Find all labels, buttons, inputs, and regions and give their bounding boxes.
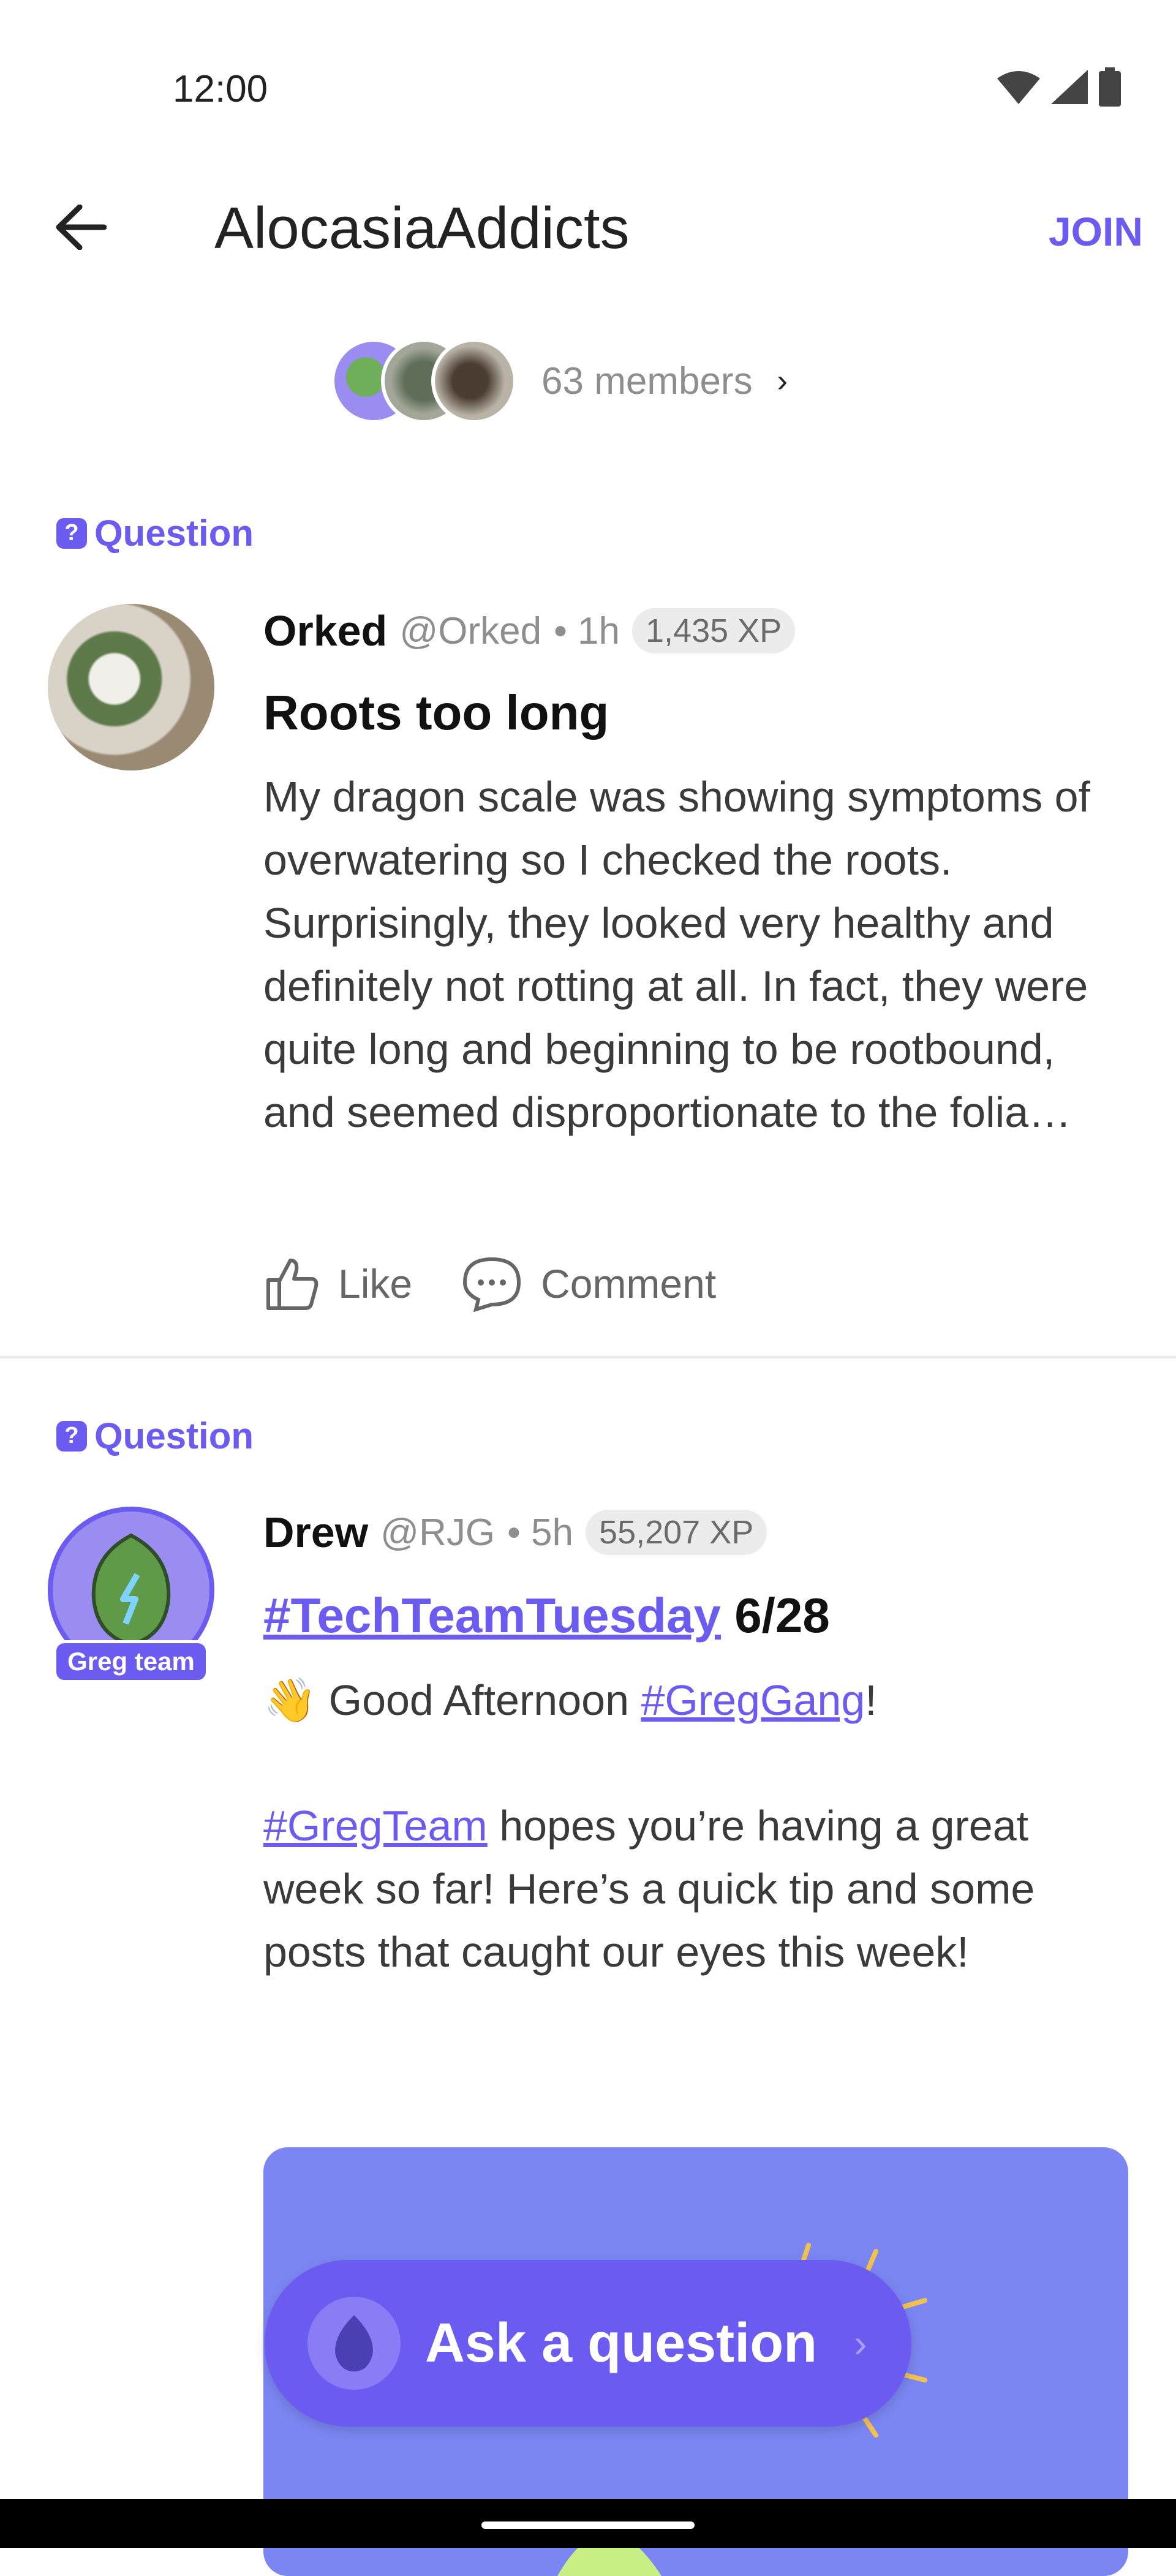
author-handle: @Orked bbox=[399, 609, 542, 652]
author-handle: @RJG bbox=[380, 1511, 496, 1554]
page-title: AlocasiaAddicts bbox=[214, 195, 630, 261]
leaf-icon bbox=[307, 2297, 401, 2390]
greeting-end: ! bbox=[865, 1676, 877, 1724]
hashtag-link[interactable]: #GregGang bbox=[641, 1676, 865, 1724]
battery-icon bbox=[1099, 67, 1121, 107]
members-count: 63 members bbox=[541, 360, 753, 402]
question-tag: ? Question bbox=[56, 1415, 254, 1457]
avatar[interactable]: Greg team bbox=[48, 1507, 214, 1690]
question-icon: ? bbox=[56, 518, 87, 549]
ask-question-label: Ask a question bbox=[425, 2312, 818, 2374]
post-time: • 1h bbox=[554, 609, 620, 652]
comment-label: Comment bbox=[541, 1261, 717, 1306]
leaf-mascot-icon bbox=[91, 1533, 171, 1647]
thumbs-up-icon bbox=[266, 1259, 318, 1310]
post-body[interactable]: My dragon scale was showing symptoms of … bbox=[263, 766, 1096, 1144]
post-meta: Drew @RJG • 5h 55,207 XP bbox=[263, 1508, 767, 1557]
arrow-left-icon bbox=[56, 205, 107, 250]
like-label: Like bbox=[338, 1261, 413, 1306]
wifi-icon bbox=[997, 71, 1040, 104]
author-name[interactable]: Drew bbox=[263, 1508, 368, 1557]
chevron-right-icon: › bbox=[777, 363, 788, 399]
wave-emoji: 👋 bbox=[263, 1676, 317, 1724]
home-indicator[interactable] bbox=[481, 2521, 695, 2529]
comment-icon bbox=[463, 1257, 521, 1312]
post-actions: Like Comment bbox=[263, 1256, 716, 1312]
comment-button[interactable]: Comment bbox=[461, 1256, 716, 1312]
avatar bbox=[431, 338, 517, 424]
status-time: 12:00 bbox=[173, 68, 268, 110]
xp-badge: 55,207 XP bbox=[586, 1510, 767, 1555]
question-tag: ? Question bbox=[56, 512, 254, 554]
chevron-right-icon: › bbox=[854, 2321, 867, 2365]
back-button[interactable] bbox=[53, 199, 109, 255]
ask-question-button[interactable]: Ask a question › bbox=[265, 2260, 911, 2427]
greg-team-badge-wrap: Greg team bbox=[48, 1640, 214, 1683]
post-title: #TechTeamTuesday 6/28 bbox=[263, 1587, 830, 1644]
member-avatars bbox=[331, 338, 517, 424]
author-name[interactable]: Orked bbox=[263, 606, 387, 655]
question-tag-label: Question bbox=[94, 1415, 254, 1456]
like-button[interactable]: Like bbox=[263, 1256, 412, 1312]
question-icon: ? bbox=[56, 1420, 87, 1452]
greg-team-badge: Greg team bbox=[53, 1640, 209, 1683]
hashtag-link[interactable]: #GregTeam bbox=[263, 1802, 488, 1850]
post-body-line: 👋 Good Afternoon #GregGang! bbox=[263, 1669, 1096, 1732]
post-title[interactable]: Roots too long bbox=[263, 685, 609, 741]
question-tag-label: Question bbox=[94, 513, 254, 554]
hashtag-link[interactable]: #TechTeamTuesday bbox=[263, 1588, 721, 1643]
divider bbox=[0, 1356, 1176, 1358]
greeting-text: Good Afternoon bbox=[328, 1676, 630, 1724]
members-row[interactable]: 63 members › bbox=[331, 338, 788, 424]
status-icons bbox=[997, 67, 1121, 107]
join-button[interactable]: JOIN bbox=[1049, 208, 1143, 255]
post-title-rest: 6/28 bbox=[734, 1588, 830, 1643]
signal-icon bbox=[1051, 70, 1088, 104]
xp-badge: 1,435 XP bbox=[632, 608, 796, 653]
avatar[interactable] bbox=[48, 604, 214, 770]
post-time: • 5h bbox=[507, 1511, 574, 1554]
post-meta: Orked @Orked • 1h 1,435 XP bbox=[263, 606, 796, 655]
post-body: #GregTeam hopes you’re having a great we… bbox=[263, 1795, 1096, 1984]
